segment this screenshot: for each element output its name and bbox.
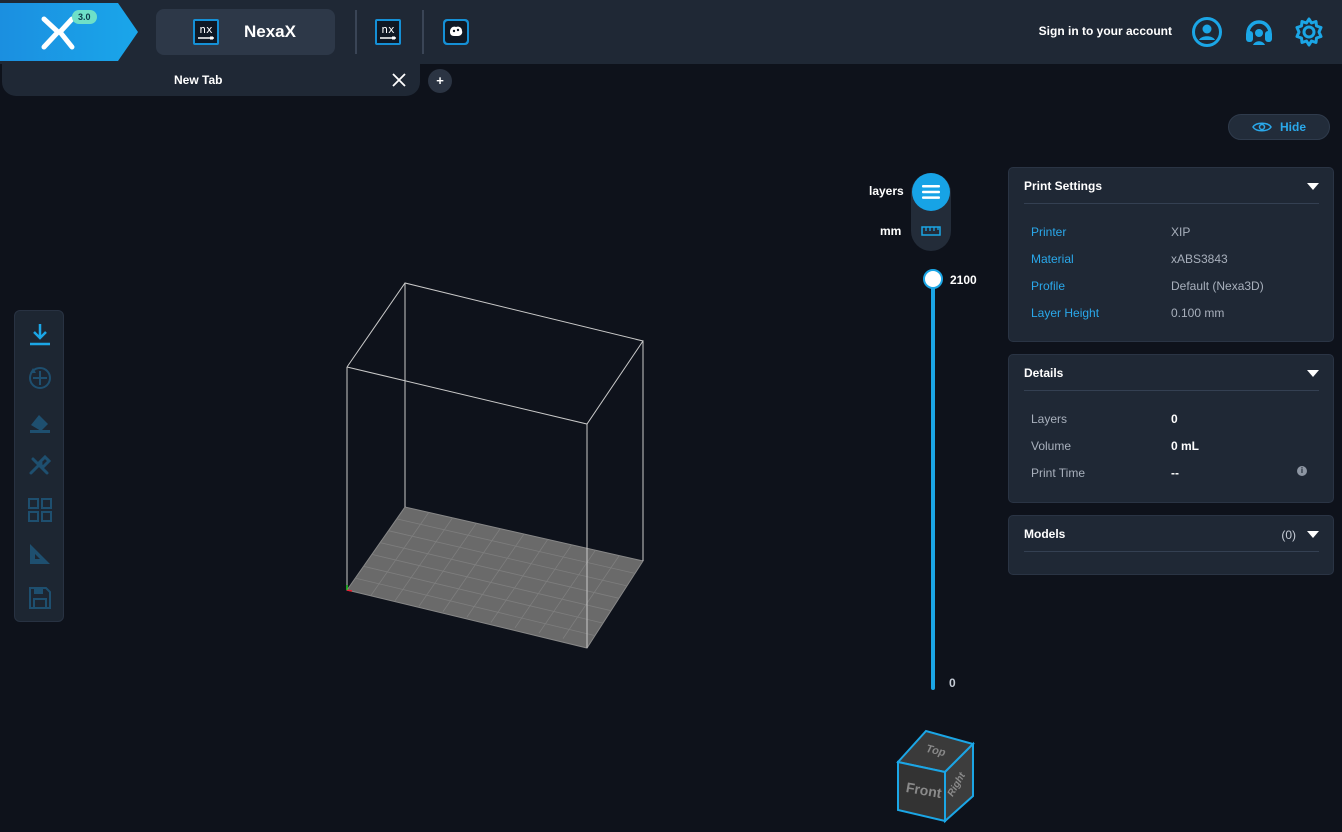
profile-key[interactable]: Profile bbox=[1031, 279, 1065, 293]
profile-value: Default (Nexa3D) bbox=[1171, 279, 1264, 293]
layer-slider-max-label: 2100 bbox=[950, 273, 977, 287]
user-icon bbox=[1192, 17, 1222, 47]
collapse-caret-icon[interactable] bbox=[1307, 370, 1319, 377]
app-logo[interactable] bbox=[0, 3, 140, 61]
hide-label: Hide bbox=[1279, 120, 1306, 134]
divider bbox=[1024, 390, 1319, 391]
app-tab-nexax[interactable]: nx NexaX bbox=[156, 9, 335, 55]
eye-icon bbox=[1252, 122, 1272, 132]
unit-mm-label: mm bbox=[880, 224, 902, 238]
ruler-icon[interactable] bbox=[921, 225, 941, 237]
models-title[interactable]: Models bbox=[1024, 527, 1065, 541]
account-button[interactable] bbox=[1191, 16, 1223, 48]
settings-button[interactable] bbox=[1293, 16, 1325, 48]
material-value: xABS3843 bbox=[1171, 252, 1228, 266]
layers-key: Layers bbox=[1031, 412, 1068, 426]
divider bbox=[355, 10, 357, 54]
unit-layers-label: layers bbox=[869, 184, 904, 198]
build-plate bbox=[346, 506, 644, 649]
nx-app-button[interactable]: nx bbox=[372, 18, 404, 46]
hide-panels-button[interactable]: Hide bbox=[1228, 114, 1330, 140]
volume-key: Volume bbox=[1031, 439, 1072, 453]
details-panel: Details Layers 0 Volume 0 mL Print Time … bbox=[1008, 354, 1334, 503]
printer-key[interactable]: Printer bbox=[1031, 225, 1066, 239]
layer-slider-min-label: 0 bbox=[949, 676, 956, 690]
svg-text:nx: nx bbox=[381, 23, 395, 36]
printer-value: XIP bbox=[1171, 225, 1191, 239]
close-icon[interactable] bbox=[391, 72, 407, 88]
support-button[interactable] bbox=[1243, 16, 1275, 48]
models-panel: Models (0) bbox=[1008, 515, 1334, 575]
print-settings-panel: Print Settings Printer XIP Material xABS… bbox=[1008, 167, 1334, 342]
details-title[interactable]: Details bbox=[1024, 366, 1063, 380]
unit-layers-button[interactable] bbox=[912, 173, 950, 211]
support-headset-icon bbox=[1246, 20, 1272, 45]
nx-app-icon: nx bbox=[193, 19, 219, 45]
ai-assistant-button[interactable] bbox=[440, 18, 472, 46]
layer-height-key[interactable]: Layer Height bbox=[1031, 306, 1099, 320]
svg-text:nx: nx bbox=[199, 23, 213, 36]
build-volume-viewport[interactable] bbox=[0, 96, 860, 832]
view-cube[interactable]: Top Front Right bbox=[892, 726, 982, 826]
settings-gear-icon bbox=[1295, 17, 1323, 47]
menu-lines-icon bbox=[922, 185, 940, 199]
nx-app-icon: nx bbox=[375, 19, 401, 45]
layer-slider-handle[interactable] bbox=[923, 269, 943, 289]
collapse-caret-icon[interactable] bbox=[1307, 531, 1319, 538]
print-time-key: Print Time bbox=[1031, 466, 1086, 480]
print-time-value: -- bbox=[1171, 466, 1179, 480]
divider bbox=[422, 10, 424, 54]
info-icon[interactable]: i bbox=[1297, 466, 1307, 476]
app-name: NexaX bbox=[244, 22, 296, 41]
print-settings-title[interactable]: Print Settings bbox=[1024, 179, 1102, 193]
models-count: (0) bbox=[1281, 528, 1296, 542]
top-bar: 3.0 nx NexaX nx Sign in to your account bbox=[0, 0, 1342, 64]
divider bbox=[1024, 551, 1319, 552]
collapse-caret-icon[interactable] bbox=[1307, 183, 1319, 190]
material-key[interactable]: Material bbox=[1031, 252, 1074, 266]
tab-label: New Tab bbox=[174, 73, 223, 87]
add-tab-button[interactable]: + bbox=[428, 69, 452, 93]
sign-in-link[interactable]: Sign in to your account bbox=[1039, 24, 1172, 38]
volume-value: 0 mL bbox=[1171, 439, 1200, 453]
tab-new-tab[interactable]: New Tab bbox=[2, 64, 420, 96]
layers-value: 0 bbox=[1171, 412, 1178, 426]
version-badge: 3.0 bbox=[72, 10, 97, 24]
brain-icon bbox=[443, 19, 469, 45]
divider bbox=[1024, 203, 1319, 204]
layer-slider-track[interactable] bbox=[931, 278, 935, 690]
layer-height-value: 0.100 mm bbox=[1171, 306, 1225, 320]
